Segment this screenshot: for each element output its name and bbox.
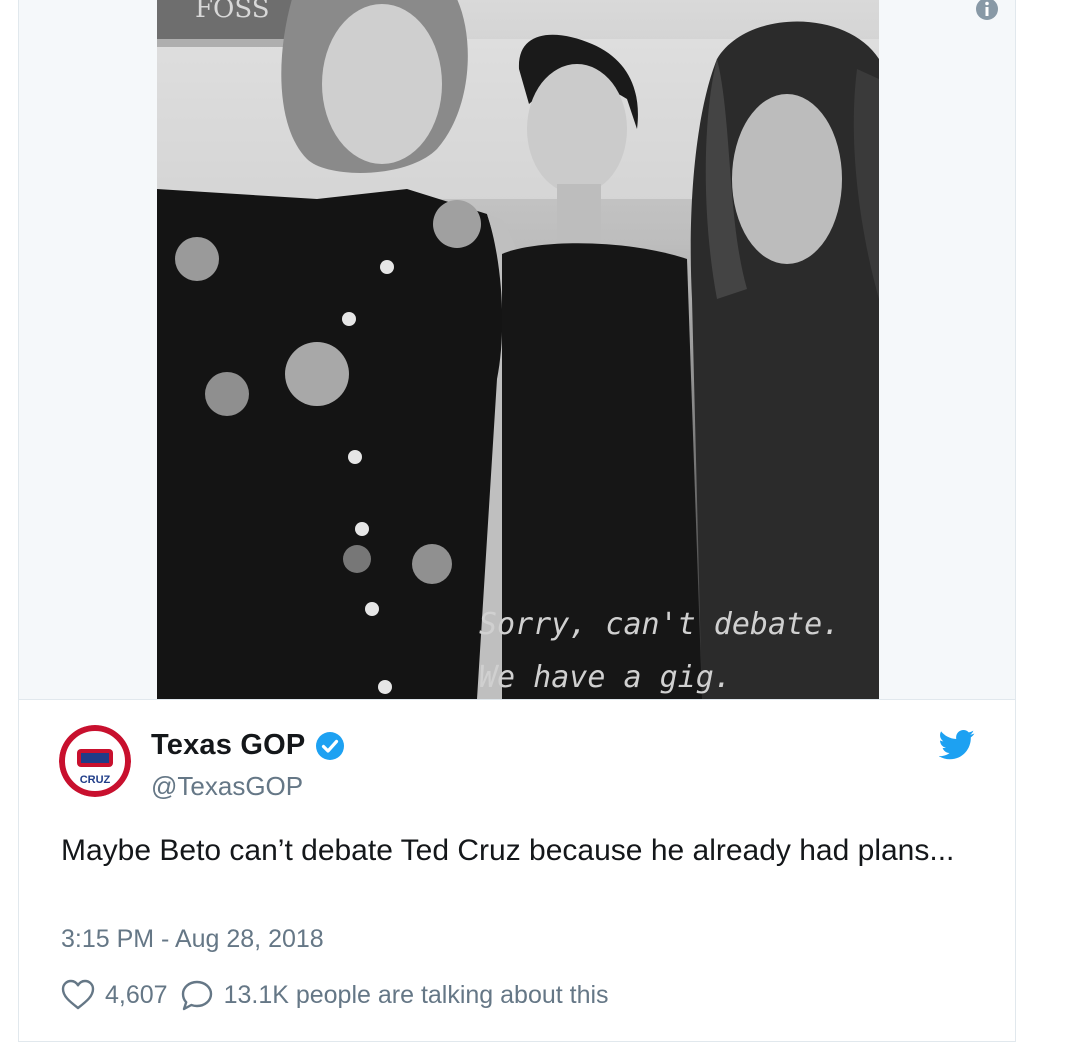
info-icon[interactable] — [975, 0, 999, 23]
embedded-tweet-card: FOSS Sorry, can't debate. We have a gig.… — [18, 0, 1016, 1042]
tweet-header: CRUZ Texas GOP @TexasGOP — [19, 699, 1015, 819]
like-count[interactable]: 4,607 — [105, 981, 168, 1010]
tweet-photo[interactable]: FOSS Sorry, can't debate. We have a gig. — [157, 0, 879, 699]
twitter-bird-icon[interactable] — [939, 729, 975, 761]
republican-party-logo-icon: CRUZ — [59, 725, 131, 797]
avatar-text: CRUZ — [80, 774, 111, 786]
tweet-text: Maybe Beto can’t debate Ted Cruz because… — [61, 834, 955, 867]
author-avatar[interactable]: CRUZ — [59, 725, 131, 797]
author-handle[interactable]: @TexasGOP — [151, 771, 303, 802]
photo-caption-line2: We have a gig. — [479, 660, 732, 695]
tweet-media[interactable]: FOSS Sorry, can't debate. We have a gig. — [19, 0, 1015, 700]
tweet-timestamp[interactable]: 3:15 PM - Aug 28, 2018 — [61, 925, 324, 954]
photo-illustration: FOSS Sorry, can't debate. We have a gig. — [157, 0, 879, 699]
sign-text: FOSS — [195, 0, 270, 24]
heart-icon[interactable] — [61, 979, 95, 1011]
author-name[interactable]: Texas GOP — [151, 729, 305, 762]
tweet-actions: 4,607 13.1K people are talking about thi… — [61, 979, 609, 1011]
speech-bubble-icon[interactable] — [180, 979, 214, 1011]
photo-caption-line1: Sorry, can't debate. — [479, 607, 840, 642]
author-name-row[interactable]: Texas GOP — [151, 729, 345, 762]
talking-count[interactable]: 13.1K people are talking about this — [224, 981, 609, 1010]
verified-badge-icon — [316, 731, 345, 760]
